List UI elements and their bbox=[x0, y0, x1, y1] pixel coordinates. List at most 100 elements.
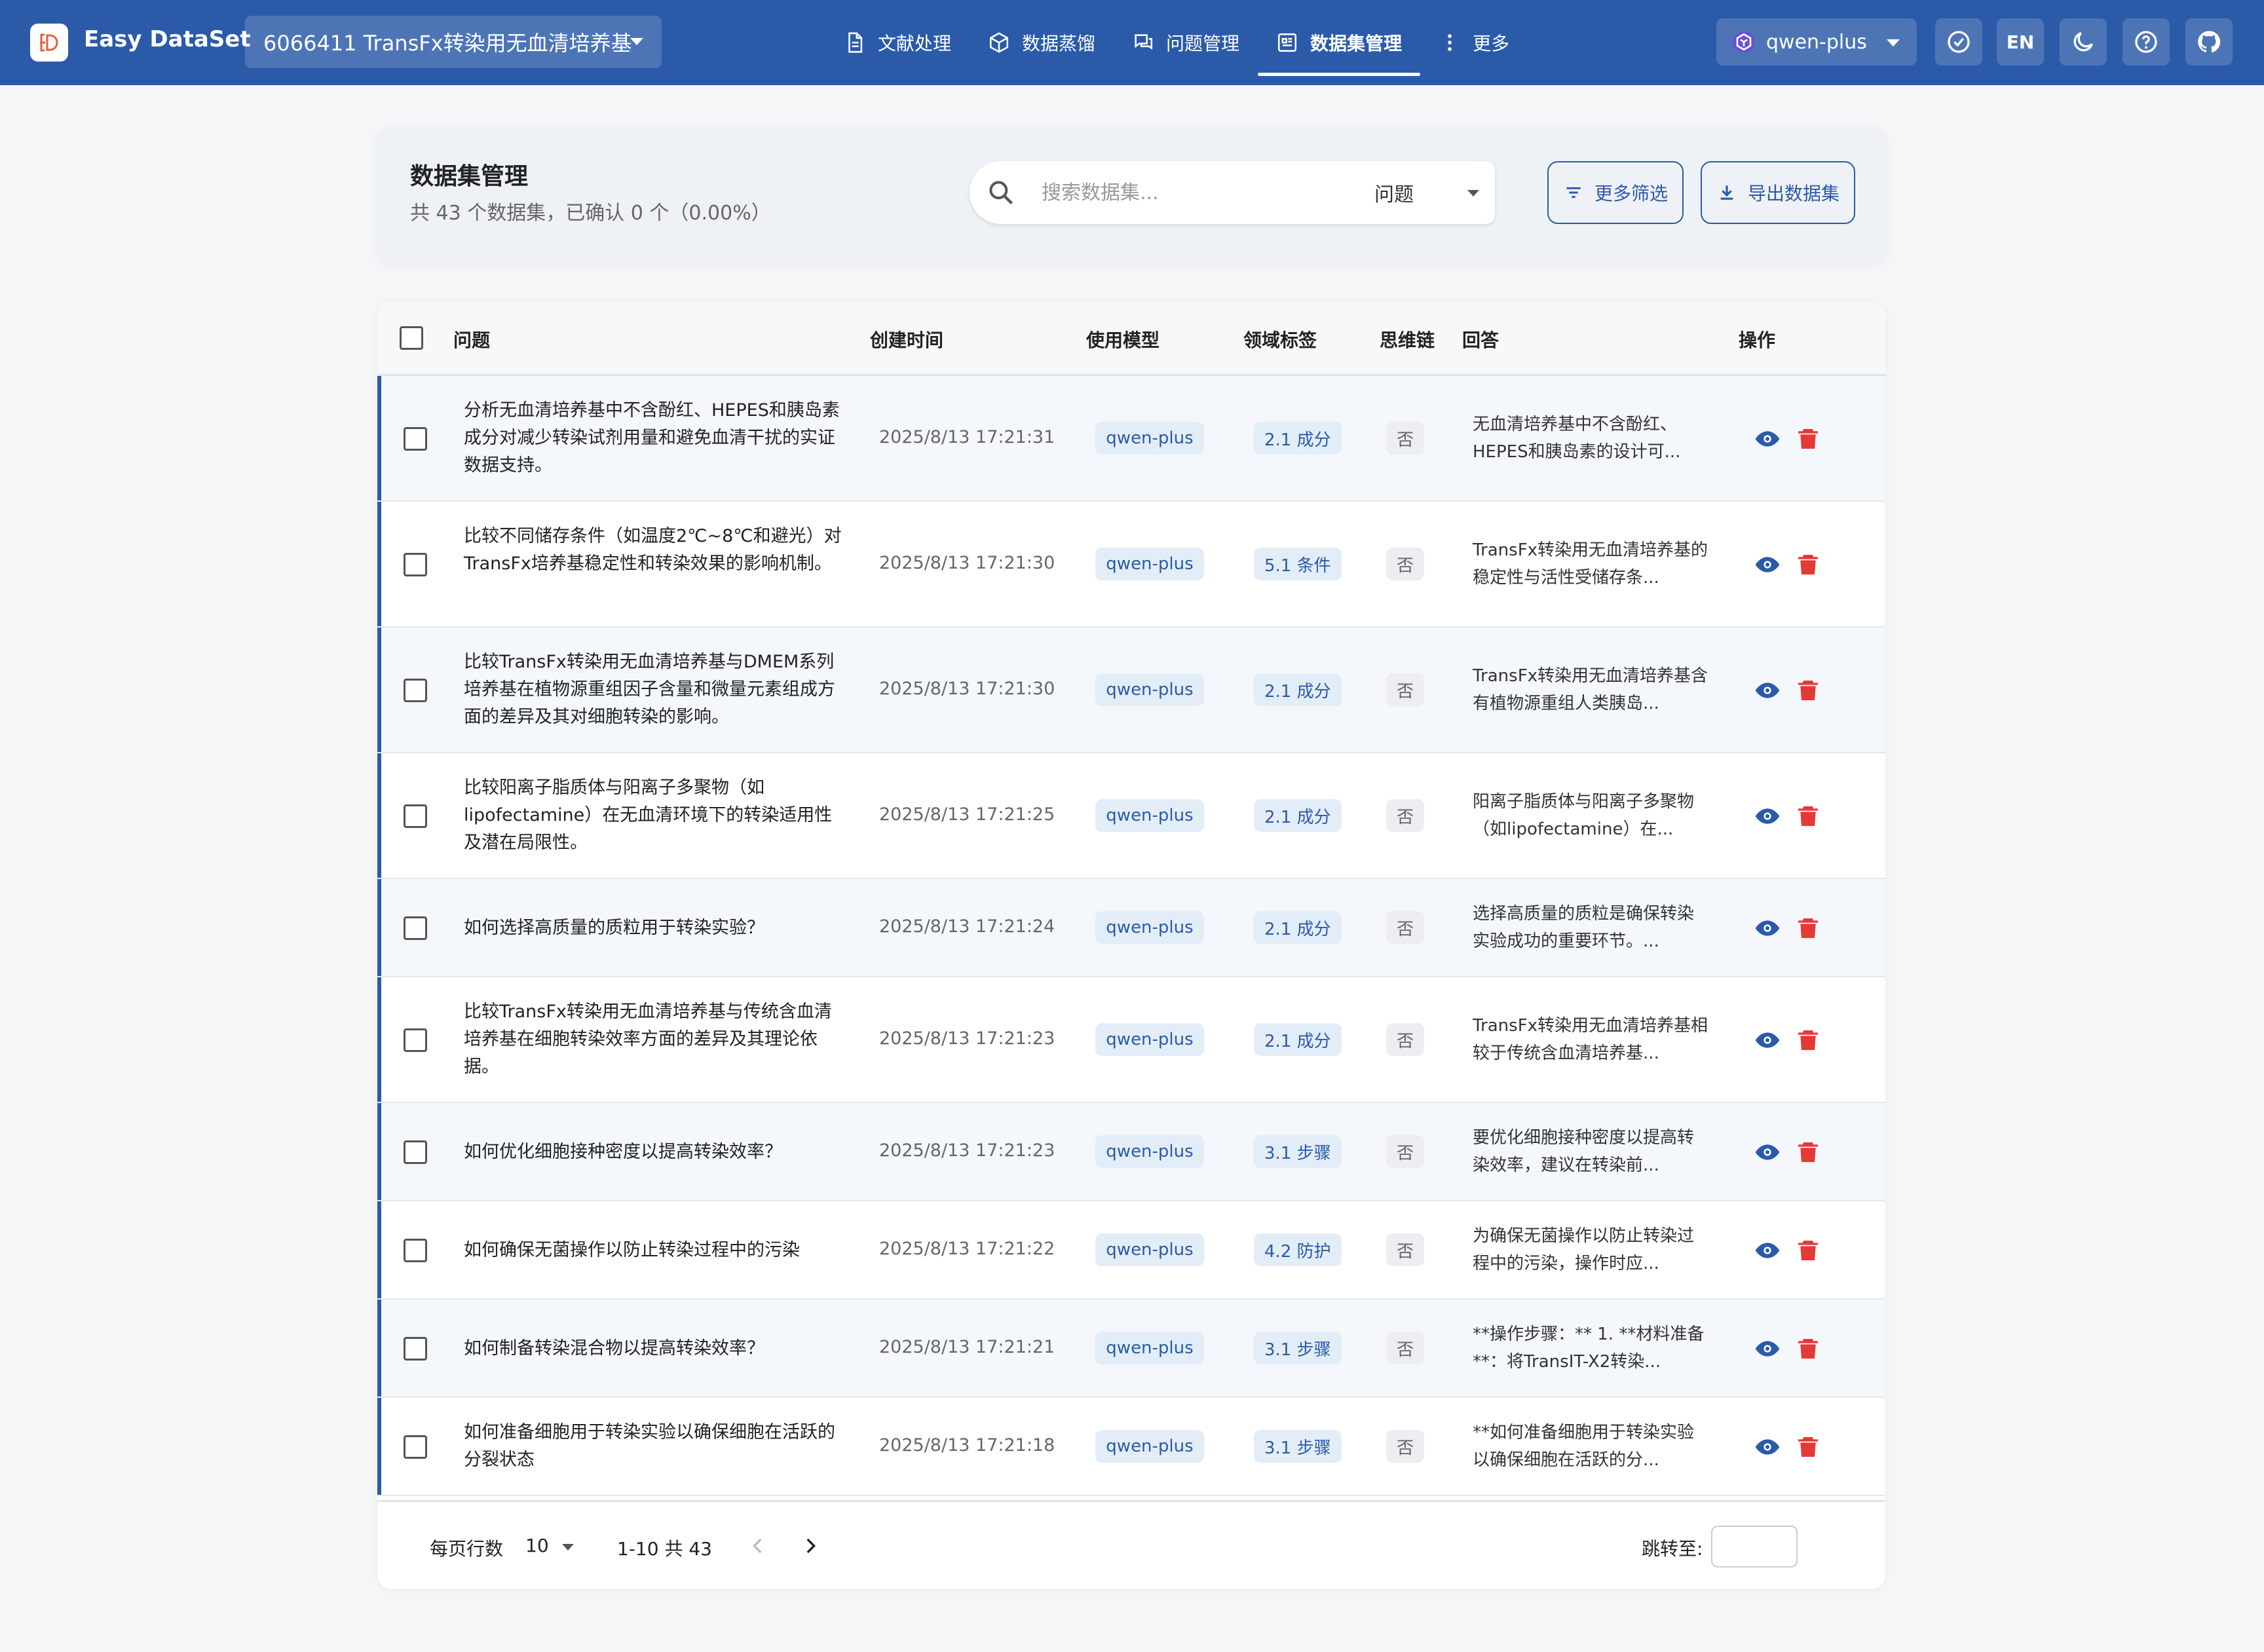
row-checkbox[interactable] bbox=[404, 427, 427, 451]
language-label: EN bbox=[2006, 31, 2035, 53]
answer-cell[interactable]: TransFx转染用无血清培养基含有植物源重组人类胰岛... bbox=[1473, 662, 1708, 717]
answer-cell[interactable]: 无血清培养基中不含酚红、HEPES和胰岛素的设计可... bbox=[1473, 411, 1708, 466]
more-vertical-icon bbox=[1448, 34, 1452, 51]
table-row[interactable]: 如何确保无菌操作以防止转染过程中的污染 2025/8/13 17:21:22 q… bbox=[377, 1201, 1885, 1300]
view-icon[interactable] bbox=[1754, 1237, 1781, 1264]
row-checkbox[interactable] bbox=[404, 804, 427, 828]
question-cell[interactable]: 比较TransFx转染用无血清培养基与DMEM系列培养基在植物源重组因子含量和微… bbox=[464, 648, 844, 731]
page-title: 数据集管理 bbox=[410, 163, 529, 190]
row-checkbox[interactable] bbox=[404, 1028, 427, 1052]
delete-icon[interactable] bbox=[1795, 1336, 1821, 1362]
answer-cell[interactable]: 阳离子脂质体与阳离子多聚物（如lipofectamine）在... bbox=[1473, 788, 1708, 843]
view-icon[interactable] bbox=[1754, 426, 1781, 452]
view-icon[interactable] bbox=[1754, 1336, 1781, 1362]
view-icon[interactable] bbox=[1754, 1027, 1781, 1053]
row-checkbox[interactable] bbox=[404, 679, 427, 702]
table-row[interactable]: 如何选择高质量的质粒用于转染实验？ 2025/8/13 17:21:24 qwe… bbox=[377, 879, 1885, 977]
row-checkbox[interactable] bbox=[404, 916, 427, 940]
question-cell[interactable]: 比较TransFx转染用无血清培养基与传统含血清培养基在细胞转染效率方面的差异及… bbox=[464, 998, 844, 1081]
nav-item-literature[interactable]: 文献处理 bbox=[825, 0, 970, 85]
table-row[interactable]: 如何制备转染混合物以提高转染效率？ 2025/8/13 17:21:21 qwe… bbox=[377, 1300, 1885, 1398]
row-checkbox[interactable] bbox=[404, 1140, 427, 1164]
nav-item-questions[interactable]: 问题管理 bbox=[1114, 0, 1258, 85]
column-header-cot[interactable]: 思维链 bbox=[1380, 326, 1435, 352]
tag-chip: 2.1 成分 bbox=[1254, 911, 1342, 944]
created-time-cell: 2025/8/13 17:21:22 bbox=[879, 1239, 1055, 1259]
view-icon[interactable] bbox=[1754, 803, 1781, 829]
rows-per-page-select[interactable]: 10 bbox=[525, 1535, 578, 1556]
chat-icon bbox=[1135, 34, 1153, 50]
answer-cell[interactable]: TransFx转染用无血清培养基的稳定性与活性受储存条... bbox=[1473, 536, 1708, 591]
answer-cell[interactable]: **操作步骤：** 1. **材料准备**：将TransIT-X2转染... bbox=[1473, 1321, 1708, 1376]
question-cell[interactable]: 分析无血清培养基中不含酚红、HEPES和胰岛素成分对减少转染试剂用量和避免血清干… bbox=[464, 397, 844, 479]
question-cell[interactable]: 如何准备细胞用于转染实验以确保细胞在活跃的分裂状态 bbox=[464, 1419, 844, 1474]
help-button[interactable] bbox=[2122, 18, 2170, 66]
row-checkbox[interactable] bbox=[404, 1435, 427, 1459]
delete-icon[interactable] bbox=[1795, 1237, 1821, 1264]
question-cell[interactable]: 如何制备转染混合物以提高转染效率？ bbox=[464, 1335, 844, 1362]
delete-icon[interactable] bbox=[1795, 552, 1821, 578]
table-row[interactable]: 比较阳离子脂质体与阳离子多聚物（如lipofectamine）在无血清环境下的转… bbox=[377, 753, 1885, 879]
main-nav: 文献处理 数据蒸馏 问题管理 数据集管理 更多 bbox=[825, 0, 1528, 85]
delete-icon[interactable] bbox=[1795, 1434, 1821, 1460]
app-logo[interactable] bbox=[30, 24, 68, 62]
table-row[interactable]: 如何优化细胞接种密度以提高转染效率？ 2025/8/13 17:21:23 qw… bbox=[377, 1103, 1885, 1201]
nav-item-more[interactable]: 更多 bbox=[1420, 0, 1528, 85]
next-page-button[interactable] bbox=[794, 1530, 827, 1562]
cot-chip: 否 bbox=[1386, 1430, 1424, 1463]
answer-cell[interactable]: 要优化细胞接种密度以提高转染效率，建议在转染前... bbox=[1473, 1124, 1708, 1179]
view-icon[interactable] bbox=[1754, 677, 1781, 704]
created-time-cell: 2025/8/13 17:21:31 bbox=[879, 427, 1055, 447]
answer-cell[interactable]: **如何准备细胞用于转染实验以确保细胞在活跃的分... bbox=[1473, 1419, 1708, 1474]
question-cell[interactable]: 如何确保无菌操作以防止转染过程中的污染 bbox=[464, 1237, 844, 1264]
table-row[interactable]: 比较不同储存条件（如温度2℃~8℃和避光）对TransFx培养基稳定性和转染效果… bbox=[377, 502, 1885, 628]
theme-toggle-button[interactable] bbox=[2060, 18, 2107, 66]
delete-icon[interactable] bbox=[1795, 426, 1821, 452]
column-header-model[interactable]: 使用模型 bbox=[1086, 326, 1160, 352]
search-field-select[interactable]: 问题 bbox=[1369, 177, 1484, 208]
search-input[interactable] bbox=[1042, 177, 1330, 208]
delete-icon[interactable] bbox=[1795, 803, 1821, 829]
column-header-tag[interactable]: 领域标签 bbox=[1243, 326, 1317, 352]
export-dataset-button[interactable]: 导出数据集 bbox=[1701, 161, 1855, 224]
table-row[interactable]: 如何准备细胞用于转染实验以确保细胞在活跃的分裂状态 2025/8/13 17:2… bbox=[377, 1398, 1885, 1496]
view-icon[interactable] bbox=[1754, 1139, 1781, 1165]
previous-page-button[interactable] bbox=[742, 1530, 774, 1562]
model-select[interactable]: qwen-plus bbox=[1716, 18, 1917, 66]
question-cell[interactable]: 比较阳离子脂质体与阳离子多聚物（如lipofectamine）在无血清环境下的转… bbox=[464, 774, 844, 857]
answer-cell[interactable]: 选择高质量的质粒是确保转染实验成功的重要环节。... bbox=[1473, 900, 1708, 955]
jump-to-page-input[interactable] bbox=[1711, 1526, 1798, 1568]
nav-item-distill[interactable]: 数据蒸馏 bbox=[970, 0, 1114, 85]
model-chip: qwen-plus bbox=[1095, 1023, 1204, 1056]
view-icon[interactable] bbox=[1754, 552, 1781, 578]
delete-icon[interactable] bbox=[1795, 677, 1821, 704]
delete-icon[interactable] bbox=[1795, 1139, 1821, 1165]
row-checkbox[interactable] bbox=[404, 553, 427, 576]
answer-cell[interactable]: 为确保无菌操作以防止转染过程中的污染，操作时应... bbox=[1473, 1222, 1708, 1277]
language-button[interactable]: EN bbox=[1997, 18, 2044, 66]
row-checkbox[interactable] bbox=[404, 1239, 427, 1262]
answer-cell[interactable]: TransFx转染用无血清培养基相较于传统含血清培养基... bbox=[1473, 1012, 1708, 1067]
task-status-button[interactable] bbox=[1935, 18, 1982, 66]
view-icon[interactable] bbox=[1754, 915, 1781, 941]
question-cell[interactable]: 比较不同储存条件（如温度2℃~8℃和避光）对TransFx培养基稳定性和转染效果… bbox=[464, 523, 844, 578]
nav-item-datasets[interactable]: 数据集管理 bbox=[1258, 0, 1421, 85]
table-row[interactable]: 分析无血清培养基中不含酚红、HEPES和胰岛素成分对减少转染试剂用量和避免血清干… bbox=[377, 376, 1885, 502]
document-icon bbox=[848, 32, 863, 53]
column-header-created[interactable]: 创建时间 bbox=[870, 326, 943, 352]
created-time-cell: 2025/8/13 17:21:24 bbox=[879, 916, 1055, 937]
delete-icon[interactable] bbox=[1795, 915, 1821, 941]
table-row[interactable]: 比较TransFx转染用无血清培养基与DMEM系列培养基在植物源重组因子含量和微… bbox=[377, 628, 1885, 753]
project-select[interactable]: 6066411 TransFx转染用无血清培养基 bbox=[245, 16, 662, 68]
delete-icon[interactable] bbox=[1795, 1027, 1821, 1053]
select-all-checkbox[interactable] bbox=[400, 326, 423, 350]
github-button[interactable] bbox=[2185, 18, 2233, 66]
row-checkbox[interactable] bbox=[404, 1337, 427, 1361]
table-row[interactable]: 比较TransFx转染用无血清培养基与传统含血清培养基在细胞转染效率方面的差异及… bbox=[377, 977, 1885, 1103]
view-icon[interactable] bbox=[1754, 1434, 1781, 1460]
more-filters-button[interactable]: 更多筛选 bbox=[1547, 161, 1684, 224]
question-cell[interactable]: 如何选择高质量的质粒用于转染实验？ bbox=[464, 914, 844, 942]
column-header-answer[interactable]: 回答 bbox=[1462, 326, 1499, 352]
question-cell[interactable]: 如何优化细胞接种密度以提高转染效率？ bbox=[464, 1138, 844, 1166]
column-header-question[interactable]: 问题 bbox=[453, 326, 490, 352]
